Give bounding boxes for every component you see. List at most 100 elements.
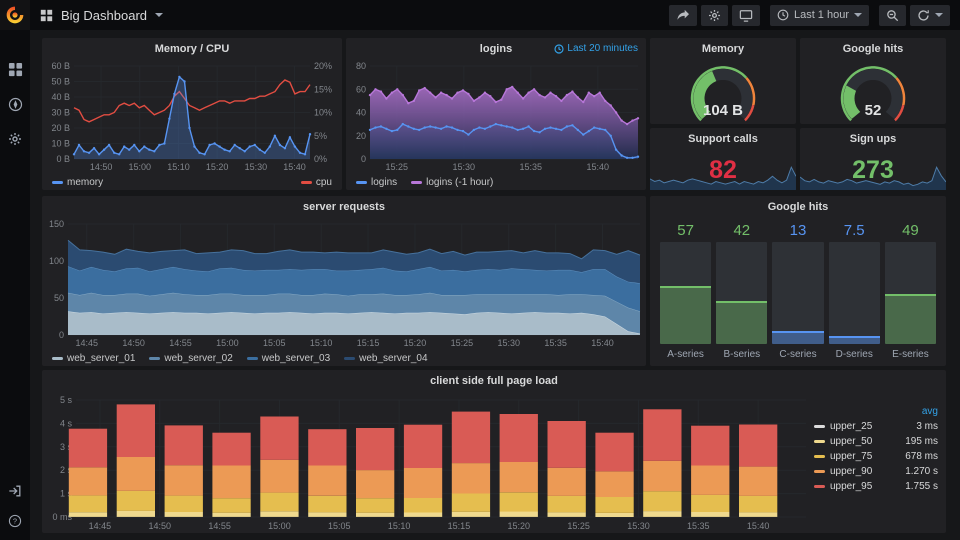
bar-value: 57 xyxy=(677,222,694,239)
legend-item[interactable]: web_server_02 xyxy=(149,353,233,364)
svg-text:40 B: 40 B xyxy=(51,92,70,102)
gear-icon xyxy=(708,9,720,21)
legend-item[interactable]: upper_90 1.270 s xyxy=(812,464,940,479)
panel-title[interactable]: server requests xyxy=(303,201,385,213)
panel-memory-cpu: Memory / CPU 14:50 15:00 15:10 15:20 15:30 15… xyxy=(42,38,342,190)
svg-text:14:55: 14:55 xyxy=(208,521,231,531)
legend-item[interactable]: web_server_01 xyxy=(52,353,135,364)
bar-gauge-column[interactable]: 49 E-series xyxy=(884,220,937,362)
legend-item[interactable]: web_server_03 xyxy=(246,353,330,364)
legend-item[interactable]: upper_50 195 ms xyxy=(812,434,940,449)
logins-chart[interactable]: 15:25 15:30 15:35 15:40 0 20 40 60 80 xyxy=(346,60,646,174)
grafana-logo[interactable] xyxy=(0,0,30,30)
svg-text:14:50: 14:50 xyxy=(90,162,113,172)
google-hits-bargauge[interactable]: 57 A-series 42 B-series 13 C-series 7.5 D-serie… xyxy=(650,218,946,366)
legend-item[interactable]: upper_25 3 ms xyxy=(812,419,940,434)
svg-text:14:50: 14:50 xyxy=(149,521,172,531)
bar-gauge-column[interactable]: 13 C-series xyxy=(772,220,824,362)
svg-text:15:10: 15:10 xyxy=(167,162,190,172)
legend-item[interactable]: upper_95 1.755 s xyxy=(812,479,940,494)
zoom-out-button[interactable] xyxy=(879,4,906,26)
time-picker-button[interactable]: Last 1 hour xyxy=(769,4,869,26)
dashboard-title[interactable]: Big Dashboard xyxy=(61,8,147,23)
legend: web_server_01 web_server_02 web_server_03 w… xyxy=(42,350,646,366)
svg-text:14:50: 14:50 xyxy=(122,338,145,348)
server-requests-chart[interactable]: 14:45 14:50 14:55 15:00 15:05 15:10 15:15 15:20… xyxy=(42,218,646,350)
settings-button[interactable] xyxy=(700,4,728,26)
bar-track xyxy=(660,242,712,344)
svg-text:15:35: 15:35 xyxy=(520,162,543,172)
panel-title[interactable]: Memory xyxy=(702,43,744,55)
panel-title[interactable]: logins xyxy=(480,43,512,55)
legend-item[interactable]: upper_75 678 ms xyxy=(812,449,940,464)
panel-server-requests: server requests 14:45 14:50 14:55 15:00 15:0… xyxy=(42,196,646,366)
client-load-chart[interactable]: 14:45 14:50 14:55 15:00 15:05 15:10 15:15 15:20… xyxy=(42,392,946,533)
svg-text:15:00: 15:00 xyxy=(268,521,291,531)
bar-fill xyxy=(716,301,768,344)
svg-text:60: 60 xyxy=(356,84,366,94)
panel-google-hits-gauge: Google hits 52 xyxy=(800,38,946,124)
svg-text:60 B: 60 B xyxy=(51,61,70,71)
panel-support-calls: Support calls 82 xyxy=(650,128,796,190)
bar-fill xyxy=(828,336,880,344)
legend-item[interactable]: cpu xyxy=(300,177,332,188)
stat-value: 82 xyxy=(709,155,737,184)
svg-text:15%: 15% xyxy=(314,84,332,94)
refresh-button[interactable] xyxy=(910,4,950,26)
panel-client-load: client side full page load 14:45 14:50 14:… xyxy=(42,370,946,533)
time-override-note: Last 20 minutes xyxy=(554,43,638,54)
panel-title[interactable]: Memory / CPU xyxy=(155,43,230,55)
svg-text:10 B: 10 B xyxy=(51,139,70,149)
panel-title[interactable]: Google hits xyxy=(843,43,904,55)
bar-gauge-column[interactable]: 7.5 D-series xyxy=(828,220,880,362)
bar-fill xyxy=(772,330,824,344)
tv-icon xyxy=(739,9,753,22)
panel-title[interactable]: Support calls xyxy=(688,133,758,145)
svg-text:14:55: 14:55 xyxy=(169,338,192,348)
svg-text:15:30: 15:30 xyxy=(245,162,268,172)
bar-gauge-column[interactable]: 42 B-series xyxy=(716,220,768,362)
memory-cpu-chart[interactable]: 14:50 15:00 15:10 15:20 15:30 15:40 0 B 10 B 20 … xyxy=(42,60,342,174)
legend-item[interactable]: web_server_04 xyxy=(344,353,428,364)
svg-text:15:20: 15:20 xyxy=(404,338,427,348)
settings-gear-icon[interactable] xyxy=(8,132,22,146)
legend-table: avg upper_25 3 ms upper_50 195 ms upper_75 678… xyxy=(812,404,940,494)
svg-text:15:30: 15:30 xyxy=(497,338,520,348)
legend-item[interactable]: logins xyxy=(356,177,397,188)
svg-text:15:25: 15:25 xyxy=(386,162,409,172)
bar-label: E-series xyxy=(892,349,929,360)
top-navbar: Big Dashboard Last 1 hour xyxy=(30,0,960,30)
panel-title[interactable]: client side full page load xyxy=(430,375,558,387)
dashboard-caret-icon[interactable] xyxy=(155,13,163,17)
sign-in-icon[interactable] xyxy=(8,484,22,498)
help-icon[interactable]: ? xyxy=(8,514,22,528)
clock-icon xyxy=(777,9,789,21)
svg-text:0%: 0% xyxy=(314,154,327,164)
bar-track xyxy=(828,242,880,344)
panel-title[interactable]: Sign ups xyxy=(850,133,896,145)
legend-item[interactable]: logins (-1 hour) xyxy=(411,177,493,188)
svg-text:15:40: 15:40 xyxy=(587,162,610,172)
svg-text:5%: 5% xyxy=(314,131,327,141)
svg-text:15:35: 15:35 xyxy=(544,338,567,348)
dashboards-grid-icon[interactable] xyxy=(8,62,23,77)
explore-compass-icon[interactable] xyxy=(8,97,23,112)
share-button[interactable] xyxy=(668,4,697,26)
cycle-view-button[interactable] xyxy=(731,4,760,26)
sidebar: ? xyxy=(0,0,30,540)
bar-gauge-column[interactable]: 57 A-series xyxy=(660,220,712,362)
stat-value: 273 xyxy=(852,155,894,184)
panel-memory-gauge: Memory 104 B xyxy=(650,38,796,124)
svg-text:?: ? xyxy=(13,517,17,526)
svg-text:150: 150 xyxy=(49,219,64,229)
svg-text:50 B: 50 B xyxy=(51,77,70,87)
panel-google-hits-bars: Google hits 57 A-series 42 B-series 13 C-seri… xyxy=(650,196,946,366)
legend-item[interactable]: memory xyxy=(52,177,103,188)
bar-label: D-series xyxy=(835,349,873,360)
refresh-caret-icon[interactable] xyxy=(935,13,943,17)
svg-text:15:00: 15:00 xyxy=(129,162,152,172)
svg-text:50: 50 xyxy=(54,293,64,303)
svg-text:15:40: 15:40 xyxy=(283,162,306,172)
panel-title[interactable]: Google hits xyxy=(768,201,829,213)
svg-text:15:40: 15:40 xyxy=(591,338,614,348)
